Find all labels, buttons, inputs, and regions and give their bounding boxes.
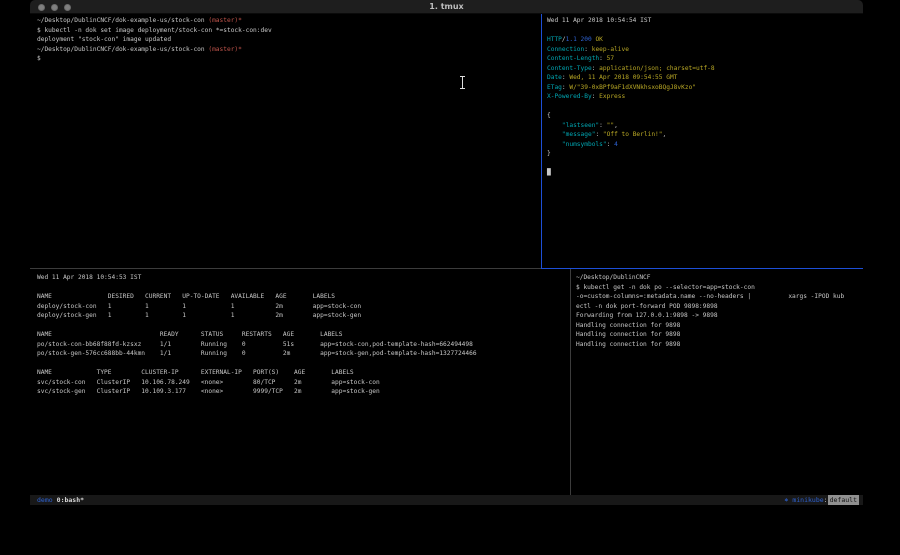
pane-kubectl-watch-bottom-left[interactable]: Wed 11 Apr 2018 10:54:53 IST NAME DESIRE… — [30, 269, 570, 495]
terminal-line: $ kubectl -n dok set image deployment/st… — [37, 26, 541, 36]
terminal-window: 1. tmux ~/Desktop/DublinCNCF/dok-example… — [30, 0, 863, 505]
terminal-line: $ kubectl get -n dok po --selector=app=s… — [576, 283, 863, 293]
pane-port-forward-bottom-right[interactable]: ~/Desktop/DublinCNCF$ kubectl get -n dok… — [571, 269, 863, 495]
terminal-line: NAME TYPE CLUSTER-IP EXTERNAL-IP PORT(S)… — [37, 368, 570, 378]
terminal-line: $ — [37, 54, 541, 64]
terminal-line: Wed 11 Apr 2018 10:54:54 IST — [547, 16, 863, 26]
terminal-line: po/stock-gen-576cc688bb-44kmn 1/1 Runnin… — [37, 349, 570, 359]
terminal-line: "message": "Off to Berlin!", — [547, 130, 863, 140]
terminal-line: NAME DESIRED CURRENT UP-TO-DATE AVAILABL… — [37, 292, 570, 302]
terminal-line: █ — [547, 168, 863, 178]
terminal-line: ~/Desktop/DublinCNCF/dok-example-us/stoc… — [37, 45, 541, 55]
terminal-line — [547, 26, 863, 36]
terminal-line: ~/Desktop/DublinCNCF/dok-example-us/stoc… — [37, 16, 541, 26]
terminal-line: -o=custom-columns=:metadata.name --no-he… — [576, 292, 863, 302]
terminal-line: Handling connection for 9898 — [576, 330, 863, 340]
terminal-line: deployment "stock-con" image updated — [37, 35, 541, 45]
terminal-line: svc/stock-con ClusterIP 10.106.78.249 <n… — [37, 378, 570, 388]
kubernetes-helm-icon: ⎈ — [785, 495, 793, 505]
terminal-line: Wed 11 Apr 2018 10:54:53 IST — [37, 273, 570, 283]
terminal-line: Content-Type: application/json; charset=… — [547, 64, 863, 74]
titlebar[interactable]: 1. tmux — [30, 0, 863, 14]
pane-shell-top-left[interactable]: ~/Desktop/DublinCNCF/dok-example-us/stoc… — [30, 14, 541, 268]
terminal-line: Forwarding from 127.0.0.1:9898 -> 9898 — [576, 311, 863, 321]
terminal-line: "numsymbols": 4 — [547, 140, 863, 150]
window-title: 1. tmux — [30, 0, 863, 14]
terminal-line — [37, 283, 570, 293]
tmux-session-area: ~/Desktop/DublinCNCF/dok-example-us/stoc… — [30, 14, 863, 495]
terminal-line: Handling connection for 9898 — [576, 340, 863, 350]
kube-namespace-badge: default — [828, 495, 859, 505]
terminal-line: ectl -n dok port-forward POD 9898:9898 — [576, 302, 863, 312]
terminal-line: Content-Length: 57 — [547, 54, 863, 64]
pane-http-response-top-right[interactable]: Wed 11 Apr 2018 10:54:54 IST HTTP/1.1 20… — [542, 14, 863, 268]
tmux-status-bar: demo 0:bash* ⎈ minikube : default — [30, 495, 863, 505]
terminal-line: HTTP/1.1 200 OK — [547, 35, 863, 45]
terminal-line: } — [547, 149, 863, 159]
terminal-line: ETag: W/"39-0xBPf9aF1dXVNkhsxoBQgJ8vKzo" — [547, 83, 863, 93]
desktop: 1. tmux ~/Desktop/DublinCNCF/dok-example… — [0, 0, 900, 555]
terminal-line: Date: Wed, 11 Apr 2018 09:54:55 GMT — [547, 73, 863, 83]
terminal-line — [547, 159, 863, 169]
terminal-line: { — [547, 111, 863, 121]
text-ibeam-pointer-icon — [460, 76, 465, 89]
terminal-line: X-Powered-By: Express — [547, 92, 863, 102]
kube-context: minikube — [792, 495, 823, 505]
terminal-line: deploy/stock-gen 1 1 1 1 2m app=stock-ge… — [37, 311, 570, 321]
terminal-line — [547, 102, 863, 112]
terminal-line: "lastseen": "", — [547, 121, 863, 131]
window-indicator[interactable]: 0:bash* — [57, 495, 84, 505]
terminal-line — [37, 359, 570, 369]
terminal-line: ~/Desktop/DublinCNCF — [576, 273, 863, 283]
session-name: demo — [37, 495, 53, 505]
terminal-line: deploy/stock-con 1 1 1 1 2m app=stock-co… — [37, 302, 570, 312]
terminal-line: svc/stock-gen ClusterIP 10.109.3.177 <no… — [37, 387, 570, 397]
terminal-line: Handling connection for 9898 — [576, 321, 863, 331]
terminal-line — [37, 321, 570, 331]
terminal-line: Connection: keep-alive — [547, 45, 863, 55]
terminal-line: po/stock-con-bb68f88fd-kzsxz 1/1 Running… — [37, 340, 570, 350]
terminal-line: NAME READY STATUS RESTARTS AGE LABELS — [37, 330, 570, 340]
